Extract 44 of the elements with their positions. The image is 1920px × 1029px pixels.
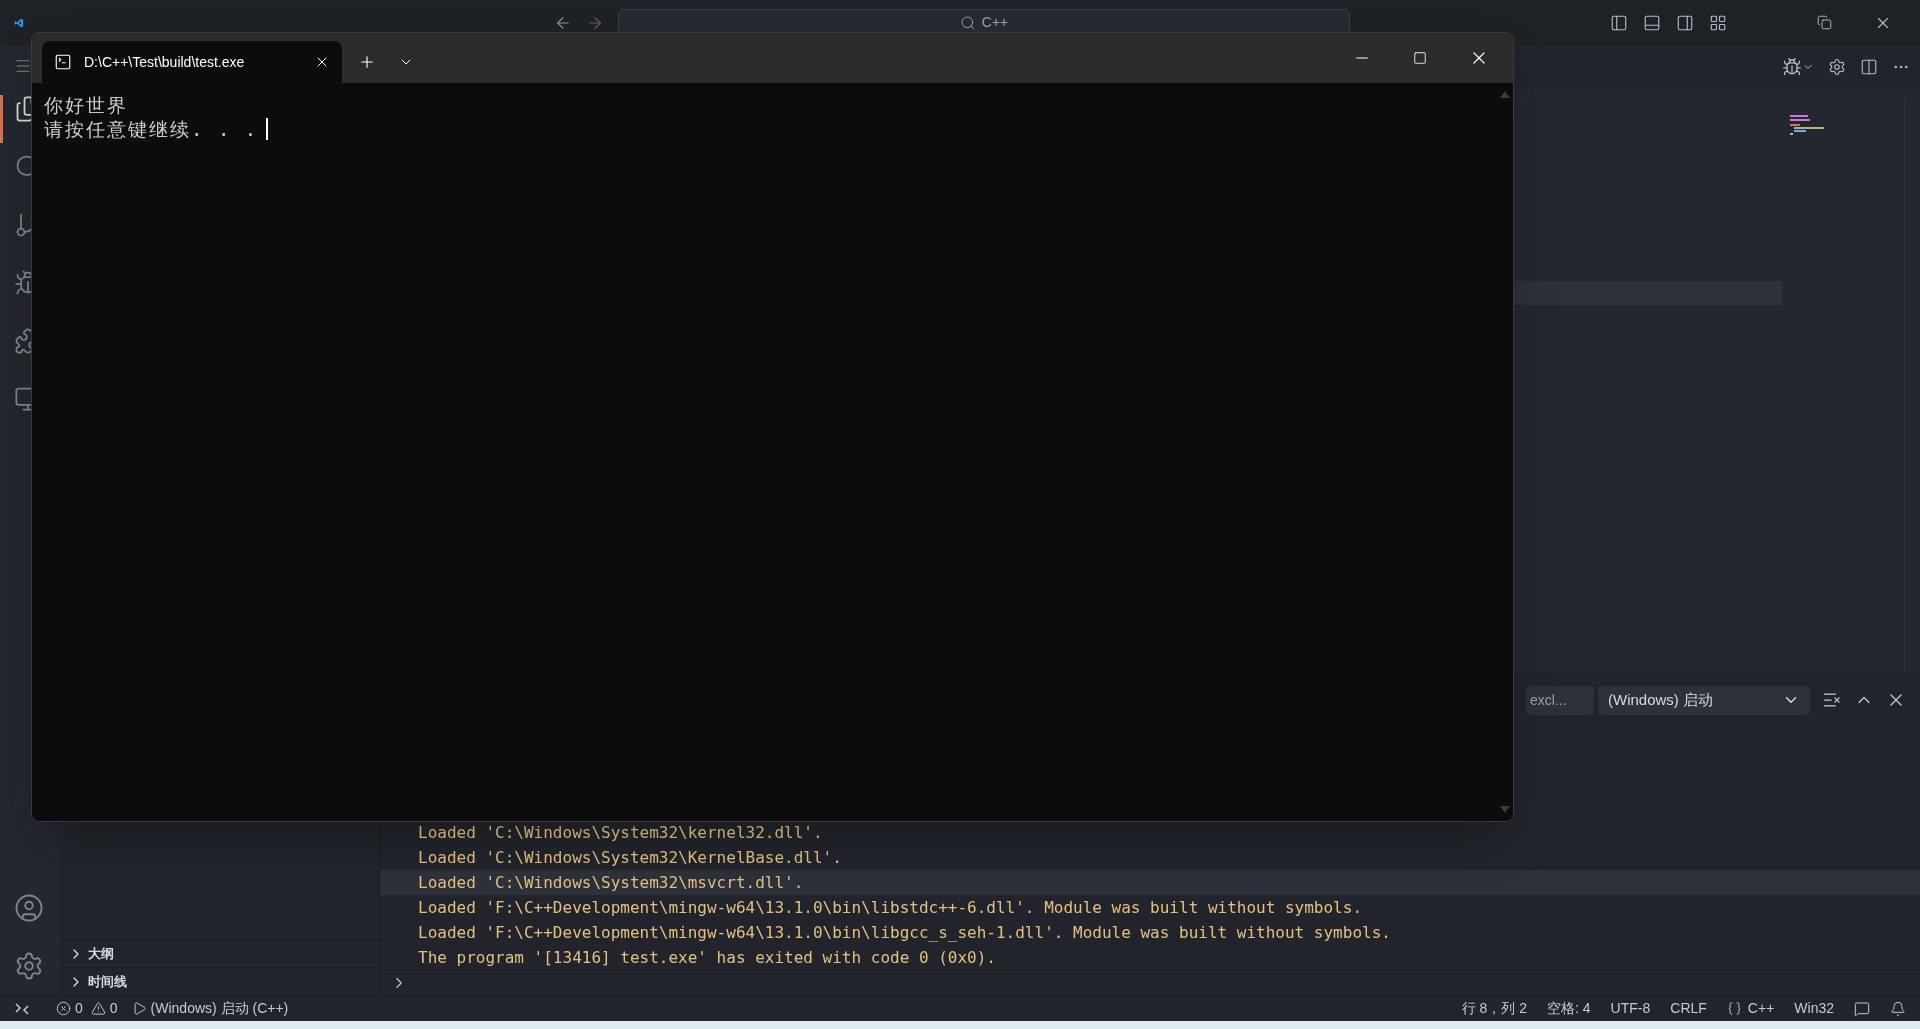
console-line: Loaded 'C:\Windows\System32\KernelBase.dll'. — [417, 847, 843, 869]
settings-icon[interactable] — [1828, 57, 1846, 76]
toggle-panel-icon[interactable] — [1643, 13, 1661, 32]
status-item[interactable]: 行 8，列 2 — [1461, 998, 1528, 1019]
debug-launch-status[interactable]: (Windows) 启动 (C++) — [131, 998, 289, 1019]
text-cursor — [266, 118, 269, 140]
status-item[interactable]: Win32 — [1794, 998, 1834, 1019]
sidebar-section-header[interactable]: 大纲 — [60, 939, 379, 967]
terminal-output-line: 你好世界 — [44, 93, 128, 117]
terminal-output-line: 请按任意键继续. . . — [44, 117, 259, 141]
console-line: Loaded 'F:\C++Development\mingw-w64\13.1.0\bin\libgcc_s_seh-1.dll'. Module was built without symbols. — [417, 922, 1392, 944]
split-editor-icon[interactable] — [1860, 57, 1878, 76]
console-line: Loaded 'C:\Windows\System32\kernel32.dll'. — [417, 822, 824, 844]
customize-layout-icon[interactable] — [1709, 13, 1727, 32]
minimap-drawing — [1790, 115, 1824, 135]
problems-indicator[interactable]: 0 0 — [56, 998, 118, 1019]
status-item[interactable]: UTF-8 — [1610, 998, 1651, 1019]
remote-indicator-icon[interactable] — [14, 1000, 30, 1017]
console-line: Loaded 'F:\C++Development\mingw-w64\13.1.0\bin\libstdc++-6.dll'. Module was built without symbols. — [417, 897, 1363, 919]
filter-field[interactable]: excl... — [1526, 685, 1594, 715]
account-icon[interactable] — [14, 893, 44, 923]
settings-icon[interactable] — [14, 951, 44, 981]
restore-icon[interactable] — [1817, 15, 1832, 30]
error-icon — [56, 1001, 71, 1016]
language-mode[interactable]: C++ — [1726, 998, 1775, 1019]
braces-icon — [1726, 1001, 1742, 1016]
play-icon — [131, 1001, 147, 1016]
menu-icon[interactable] — [14, 57, 32, 75]
warning-icon — [90, 1001, 106, 1016]
launch-config-dropdown[interactable]: (Windows) 启动 — [1598, 685, 1810, 715]
terminal-icon — [54, 53, 72, 71]
status-item[interactable]: CRLF — [1670, 998, 1707, 1019]
debug-run-icon[interactable] — [1782, 56, 1814, 77]
notifications-icon[interactable] — [1890, 1000, 1906, 1017]
feedback-icon[interactable] — [1854, 1000, 1870, 1017]
toggle-sidebar-icon[interactable] — [1610, 13, 1628, 32]
search-text: C++ — [981, 13, 1009, 32]
toggle-secondary-sidebar-icon[interactable] — [1676, 13, 1694, 32]
new-tab-icon[interactable] — [358, 53, 376, 71]
terminal-tab[interactable]: D:\C++\Test\build\test.exe — [42, 41, 342, 83]
status-item[interactable]: 空格: 4 — [1547, 998, 1591, 1019]
maximize-icon[interactable] — [1413, 51, 1427, 65]
search-icon — [959, 14, 976, 31]
console-line: The program '[13416] test.exe' has exited with code 0 (0x0). — [417, 947, 997, 969]
